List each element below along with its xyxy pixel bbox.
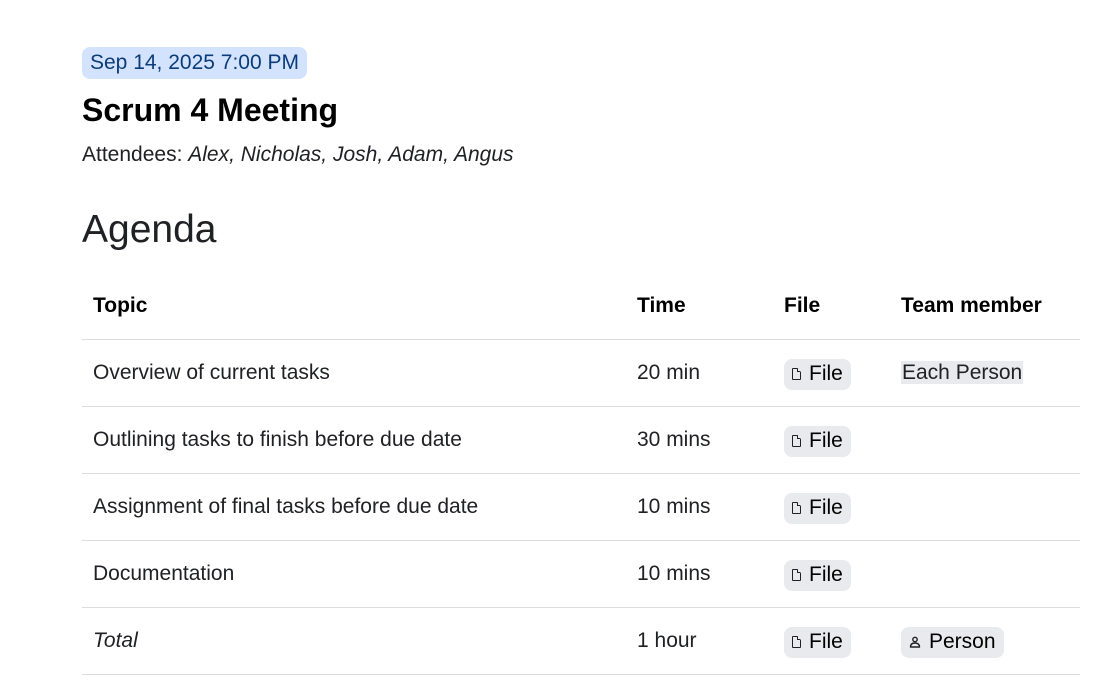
table-row: Assignment of final tasks before due dat…	[82, 473, 1080, 541]
file-chip-label: File	[809, 630, 843, 653]
total-time-cell[interactable]: 1 hour	[626, 607, 773, 675]
table-row-total: Total 1 hour File Person	[82, 607, 1080, 675]
date-chip[interactable]: Sep 14, 2025 7:00 PM	[82, 47, 307, 79]
file-icon	[792, 636, 801, 648]
time-cell[interactable]: 30 mins	[626, 406, 773, 474]
file-chip-label: File	[809, 429, 843, 452]
file-chip[interactable]: File	[784, 358, 851, 390]
table-row: Documentation 10 mins File	[82, 540, 1080, 608]
team-member-cell[interactable]	[890, 406, 1080, 474]
file-icon	[792, 435, 801, 447]
column-header-team-member: Team member	[890, 273, 1080, 340]
person-chip-label: Person	[929, 630, 996, 653]
file-cell: File	[773, 473, 890, 541]
date-chip-label: Sep 14, 2025 7:00 PM	[90, 51, 299, 74]
table-row: Overview of current tasks 20 min File Ea…	[82, 339, 1080, 407]
file-chip-label: File	[809, 362, 843, 385]
file-chip[interactable]: File	[784, 492, 851, 524]
time-cell[interactable]: 20 min	[626, 339, 773, 407]
total-label-cell[interactable]: Total	[82, 607, 626, 675]
column-header-file: File	[773, 273, 890, 340]
file-chip[interactable]: File	[784, 626, 851, 658]
file-icon	[792, 569, 801, 581]
team-member-cell[interactable]	[890, 473, 1080, 541]
agenda-heading: Agenda	[82, 208, 217, 251]
file-chip[interactable]: File	[784, 425, 851, 457]
topic-cell[interactable]: Documentation	[82, 540, 626, 608]
table-header-row: Topic Time File Team member	[82, 273, 1080, 340]
team-member-cell[interactable]	[890, 540, 1080, 608]
topic-cell[interactable]: Assignment of final tasks before due dat…	[82, 473, 626, 541]
column-header-topic: Topic	[82, 273, 626, 340]
file-icon	[792, 502, 801, 514]
attendees-names: Alex, Nicholas, Josh, Adam, Angus	[188, 143, 514, 166]
time-cell[interactable]: 10 mins	[626, 473, 773, 541]
team-member-cell: Person	[890, 607, 1080, 675]
file-cell: File	[773, 339, 890, 407]
document-page: Sep 14, 2025 7:00 PM Scrum 4 Meeting Att…	[0, 0, 1116, 700]
file-cell: File	[773, 540, 890, 608]
file-chip[interactable]: File	[784, 559, 851, 591]
table-row: Outlining tasks to finish before due dat…	[82, 406, 1080, 474]
agenda-table: Topic Time File Team member Overview of …	[82, 273, 1080, 675]
file-chip-label: File	[809, 563, 843, 586]
file-chip-label: File	[809, 496, 843, 519]
meeting-title: Scrum 4 Meeting	[82, 92, 339, 128]
team-member-cell[interactable]: Each Person	[890, 339, 1080, 407]
person-icon	[909, 636, 921, 648]
file-cell: File	[773, 406, 890, 474]
file-icon	[792, 368, 801, 380]
attendees-label: Attendees:	[82, 143, 189, 166]
file-cell: File	[773, 607, 890, 675]
team-member-text: Each Person	[901, 361, 1024, 384]
topic-cell[interactable]: Overview of current tasks	[82, 339, 626, 407]
topic-cell[interactable]: Outlining tasks to finish before due dat…	[82, 406, 626, 474]
time-cell[interactable]: 10 mins	[626, 540, 773, 608]
person-chip[interactable]: Person	[901, 626, 1004, 658]
column-header-time: Time	[626, 273, 773, 340]
attendees-line: Attendees: Alex, Nicholas, Josh, Adam, A…	[82, 141, 514, 169]
